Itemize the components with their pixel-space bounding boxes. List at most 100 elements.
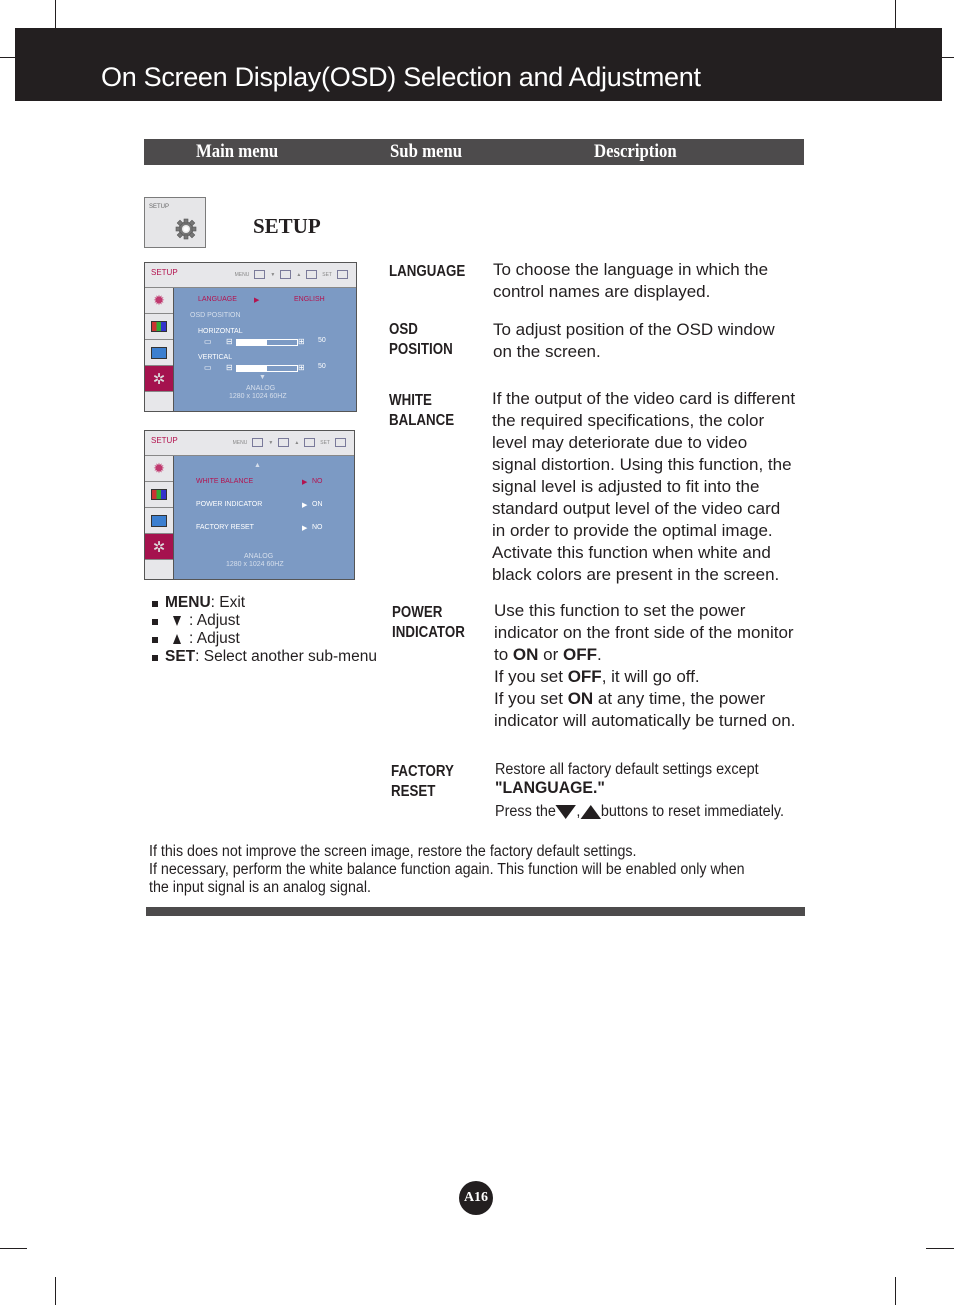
crop-mark xyxy=(926,1248,954,1249)
page-title: On Screen Display(OSD) Selection and Adj… xyxy=(101,62,701,92)
osd-key-menu: MENU xyxy=(232,439,248,446)
setup-thumb-label: SETUP xyxy=(149,204,170,210)
crop-mark xyxy=(55,1277,56,1305)
submenu-factory-reset-label: FACTORY RESET xyxy=(391,762,454,802)
osd-language-label: LANGUAGE xyxy=(198,296,237,303)
arrow-right-icon: ▶ xyxy=(254,297,260,304)
legend-down-action: : Adjust xyxy=(189,612,240,629)
desc-line: standard output level of the video card xyxy=(492,499,781,518)
osd-main-panel: ▲ WHITE BALANCE ▶ NO POWER INDICATOR ▶ O… xyxy=(174,456,354,579)
text: Press the xyxy=(495,803,556,820)
label-line: OSD xyxy=(389,321,418,338)
off-keyword: OFF xyxy=(562,645,597,664)
down-arrow-icon xyxy=(173,616,181,626)
bullet xyxy=(152,655,158,661)
osd-item-value: ON xyxy=(312,501,323,508)
osd-key-hints: MENU ▼ ▲ SET xyxy=(233,438,346,447)
desc-line: To adjust position of the OSD window xyxy=(493,320,775,339)
legend-up: : Adjust xyxy=(152,630,377,648)
horizontal-slider xyxy=(236,339,298,346)
desc-line: indicator will automatically be turned o… xyxy=(494,711,796,730)
desc-line: indicator on the front side of the monit… xyxy=(494,623,794,642)
osd-item-label: POWER INDICATOR xyxy=(196,501,263,508)
osd-key-up: ▲ xyxy=(294,439,300,446)
up-button-icon xyxy=(580,805,601,819)
exit-key-icon xyxy=(252,438,264,447)
label-line: INDICATOR xyxy=(392,624,465,641)
tracking-icon xyxy=(145,508,173,534)
submenu-white-balance-desc: If the output of the video card is diffe… xyxy=(492,388,795,586)
note-line: If necessary, perform the white balance … xyxy=(149,861,745,878)
osd-top-bar: SETUP MENU ▼ ▲ SET xyxy=(145,263,356,288)
osd-title: SETUP xyxy=(151,436,178,445)
osd-vertical-value: 50 xyxy=(318,363,326,370)
osd-main-panel: LANGUAGE ▶ ENGLISH OSD POSITION HORIZONT… xyxy=(174,288,356,411)
note-line: If this does not improve the screen imag… xyxy=(149,843,637,860)
page-number-badge: A16 xyxy=(459,1181,493,1215)
osd-horizontal-label: HORIZONTAL xyxy=(198,328,243,335)
exit-key-icon xyxy=(254,270,266,279)
osd-signal: ANALOG xyxy=(244,553,274,560)
legend-menu-key: MENU xyxy=(165,594,211,611)
desc-line: If the output of the video card is diffe… xyxy=(492,389,796,408)
legend-set-action: : Select another sub-menu xyxy=(195,648,377,665)
text: If you set xyxy=(494,667,568,686)
osd-language-value: ENGLISH xyxy=(294,296,325,303)
plus-icon: ⊞ xyxy=(298,337,305,346)
text: to xyxy=(494,645,513,664)
brightness-icon: ✹ xyxy=(145,456,173,482)
minus-icon: ⊟ xyxy=(226,363,233,372)
crop-mark xyxy=(0,1248,27,1249)
vertical-slider xyxy=(236,365,298,372)
submenu-white-balance-label: WHITE BALANCE xyxy=(389,391,454,431)
note-line: the input signal is an analog signal. xyxy=(149,879,371,896)
on-keyword: ON xyxy=(567,689,594,708)
legend-set: SET : Select another sub-menu xyxy=(152,648,377,666)
osd-sidebar: ✹ ✲ xyxy=(145,456,174,579)
main-menu-heading: SETUP xyxy=(253,214,321,238)
gear-icon xyxy=(175,218,197,245)
desc-line: "LANGUAGE." xyxy=(495,778,605,797)
scroll-up-icon: ▲ xyxy=(254,462,261,469)
desc-line: Use this function to set the power xyxy=(494,601,746,620)
text: or xyxy=(538,645,563,664)
label-line: FACTORY xyxy=(391,763,454,780)
bullet xyxy=(152,637,158,643)
legend-set-key: SET xyxy=(165,648,196,665)
vertical-slider-fill xyxy=(237,366,267,371)
osd-key-menu: MENU xyxy=(234,271,250,278)
crop-mark xyxy=(895,0,896,28)
submenu-language-label: LANGUAGE xyxy=(389,263,466,280)
monitor-icon: ▭ xyxy=(204,337,212,346)
submenu-power-indicator-desc: Use this function to set the power indic… xyxy=(494,600,795,732)
submenu-factory-reset-desc: Restore all factory default settings exc… xyxy=(495,761,784,822)
bottom-divider xyxy=(146,907,805,916)
legend-down: : Adjust xyxy=(152,612,377,630)
bullet xyxy=(152,619,158,625)
enter-key-icon xyxy=(335,438,346,447)
text: , it will go off. xyxy=(601,667,700,686)
off-keyword: OFF xyxy=(567,667,602,686)
text: buttons to reset immediately. xyxy=(600,803,785,820)
column-description: Description xyxy=(594,141,677,162)
desc-line: Press the , buttons to reset immediately… xyxy=(495,802,784,822)
osd-top-bar: SETUP MENU ▼ ▲ SET xyxy=(145,431,354,456)
osd-item-value: NO xyxy=(312,524,323,531)
desc-line: Activate this function when white and xyxy=(492,543,771,562)
desc-line: in order to provide the optimal image. xyxy=(492,521,773,540)
osd-resolution: 1280 x 1024 60HZ xyxy=(226,561,284,568)
desc-line: signal level is adjusted to fit into the xyxy=(492,477,760,496)
label-line: POWER xyxy=(392,604,443,621)
osd-key-hints: MENU ▼ ▲ SET xyxy=(235,270,348,279)
minus-icon: ⊟ xyxy=(226,337,233,346)
osd-title: SETUP xyxy=(151,268,178,277)
crop-mark xyxy=(0,57,15,58)
osd-sidebar: ✹ ✲ xyxy=(145,288,174,411)
osd-vertical-label: VERTICAL xyxy=(198,354,233,361)
osd-key-down: ▼ xyxy=(270,271,276,278)
legend-menu-action: : Exit xyxy=(210,594,246,611)
desc-line: control names are displayed. xyxy=(493,282,711,301)
column-main-menu: Main menu xyxy=(196,141,279,162)
osd-screenshot-white-balance: SETUP MENU ▼ ▲ SET ✹ ✲ ▲ WHITE BALANCE ▶… xyxy=(144,430,355,580)
desc-line: Restore all factory default settings exc… xyxy=(495,761,759,778)
